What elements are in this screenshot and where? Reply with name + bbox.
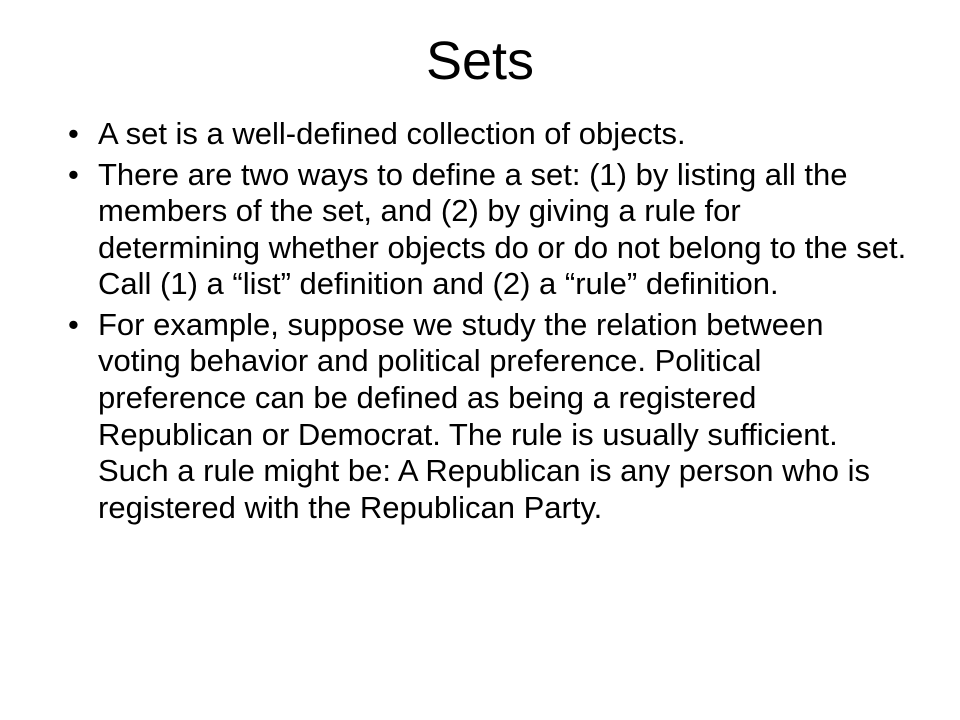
list-item: A set is a well-defined collection of ob… <box>62 116 910 153</box>
list-item: For example, suppose we study the relati… <box>62 307 910 526</box>
bullet-list: A set is a well-defined collection of ob… <box>62 116 910 526</box>
list-item: There are two ways to define a set: (1) … <box>62 157 910 303</box>
slide: Sets A set is a well-defined collection … <box>0 0 960 720</box>
slide-title: Sets <box>50 30 910 92</box>
